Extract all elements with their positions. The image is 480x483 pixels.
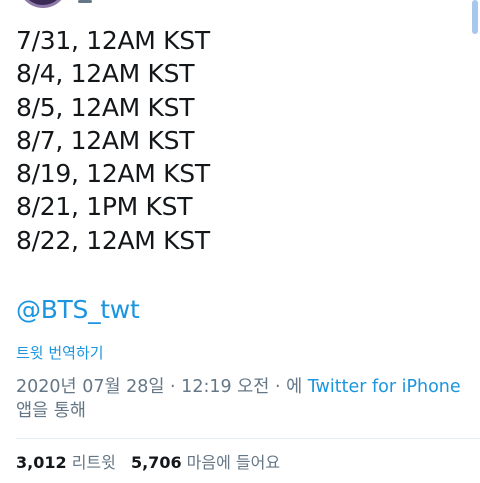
tweet-line: 8/21, 1PM KST bbox=[16, 192, 193, 222]
retweets-label: 리트윗 bbox=[71, 453, 116, 472]
tweet-text: 7/31, 12AM KST 8/4, 12AM KST 8/5, 12AM K… bbox=[16, 24, 210, 257]
tweet-line: 8/19, 12AM KST bbox=[16, 159, 210, 189]
avatar[interactable] bbox=[18, 0, 68, 8]
likes-count: 5,706 bbox=[130, 453, 182, 472]
mention-link[interactable]: @BTS_twt bbox=[16, 293, 140, 326]
retweets-stat[interactable]: 3,012 리트윗 bbox=[16, 451, 116, 475]
tweet-timestamp[interactable]: 2020년 07월 28일 · 12:19 오전 · 에 bbox=[16, 377, 302, 397]
scrollbar[interactable] bbox=[472, 0, 478, 34]
tweet-stats: 3,012 리트윗 5,706 마음에 들어요 bbox=[16, 451, 290, 475]
likes-label: 마음에 들어요 bbox=[186, 453, 281, 472]
tweet-metadata: 2020년 07월 28일 · 12:19 오전 · 에 Twitter for… bbox=[16, 375, 466, 423]
tweet-source-link[interactable]: Twitter for iPhone bbox=[308, 377, 461, 397]
tweet-line: 8/7, 12AM KST bbox=[16, 125, 195, 155]
tweet-line: 8/4, 12AM KST bbox=[16, 59, 195, 89]
tweet-line: 7/31, 12AM KST bbox=[16, 26, 210, 55]
likes-stat[interactable]: 5,706 마음에 들어요 bbox=[131, 451, 280, 475]
tweet-line: 8/22, 12AM KST bbox=[16, 225, 210, 255]
tweet-line: 8/5, 12AM KST bbox=[16, 92, 195, 122]
author-name-fragment bbox=[78, 0, 92, 3]
tweet-source-suffix: 앱을 통해 bbox=[16, 401, 86, 421]
retweets-count: 3,012 bbox=[16, 453, 67, 472]
divider bbox=[16, 438, 480, 439]
translate-tweet-link[interactable]: 트윗 번역하기 bbox=[16, 342, 104, 364]
